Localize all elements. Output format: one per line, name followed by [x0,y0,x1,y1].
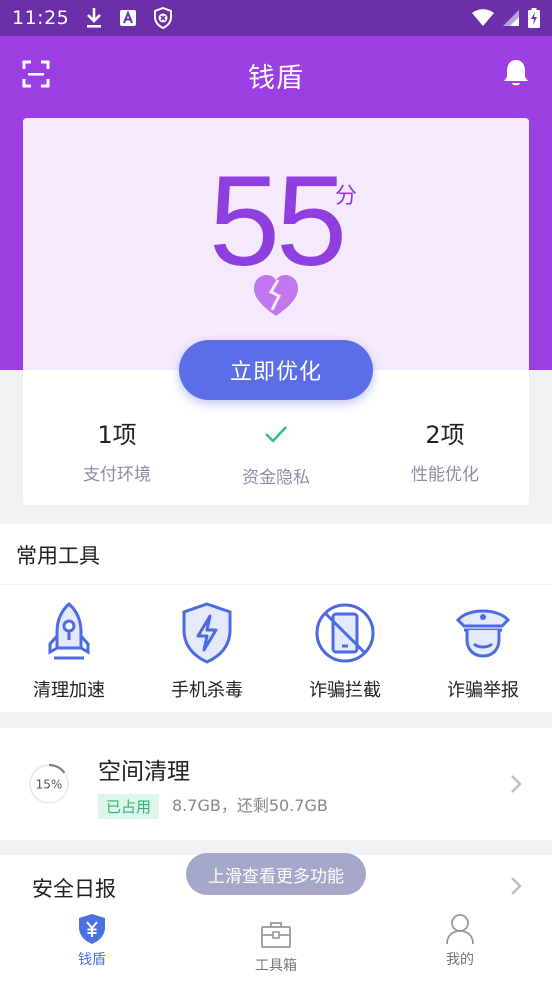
nav-item-mine[interactable]: 我的 [400,913,520,969]
tool-fraud-report[interactable]: 诈骗举报 [423,600,543,702]
shield-bolt-icon [182,602,232,664]
tool-fraud-block[interactable]: 诈骗拦截 [285,600,405,702]
metric-value: 1项 [97,421,137,449]
status-icons-right [472,8,540,28]
a-badge-icon [120,10,137,26]
nav-label: 我的 [446,952,474,968]
metric-fund-privacy[interactable]: 资金隐私 [201,418,351,488]
score-card: 55 分 立即优化 1项 支付环境 资金隐私 2项 性能优化 [23,118,529,505]
storage-usage-ring: 15% [28,763,70,805]
status-bar: 11:25 [0,0,552,36]
police-icon [455,609,511,658]
download-icon [87,8,102,28]
nav-label: 钱盾 [78,952,106,968]
security-score: 55 [208,150,347,293]
signal-icon [503,10,519,26]
storage-percent: 15% [36,778,63,792]
metric-value: 2项 [425,421,465,449]
metric-label: 资金隐私 [242,468,310,488]
swipe-up-hint: 上滑查看更多功能 [186,853,366,895]
nav-item-toolbox[interactable]: 工具箱 [216,913,336,975]
score-unit: 分 [335,184,358,209]
status-time: 11:25 [12,7,70,29]
bell-icon[interactable] [502,58,530,88]
toolbox-icon [261,922,291,948]
chevron-right-icon [511,877,522,895]
phone-block-icon [315,603,375,663]
shield-x-icon [154,7,173,29]
user-icon [446,914,474,945]
tool-label: 诈骗拦截 [309,680,381,701]
occupied-badge: 已占用 [98,794,160,819]
space-clean-title: 空间清理 [98,759,190,785]
metric-payment-env[interactable]: 1项 支付环境 [42,418,192,485]
optimize-now-button[interactable]: 立即优化 [179,340,373,400]
metric-label: 性能优化 [411,465,479,485]
storage-detail: 8.7GB，还剩50.7GB [172,796,328,815]
status-icons-left [85,7,173,29]
nav-label: 工具箱 [255,958,297,974]
battery-charging-icon [528,8,540,28]
metric-value [201,421,351,455]
rocket-icon [48,601,90,660]
tool-antivirus[interactable]: 手机杀毒 [147,600,267,702]
page-title: 钱盾 [248,63,304,94]
section-title: 常用工具 [16,544,100,568]
space-clean-card[interactable]: 15% 空间清理 已占用 8.7GB，还剩50.7GB [0,728,552,840]
tool-label: 手机杀毒 [171,680,243,701]
tool-clean-speedup[interactable]: 清理加速 [9,600,129,702]
wifi-icon [472,9,494,26]
common-tools-section: 常用工具 清理加速 手机杀毒 诈骗拦截 诈骗举报 [0,524,552,712]
bottom-nav: 钱盾 工具箱 我的 [0,903,552,983]
check-icon [265,426,287,443]
score-panel: 55 分 [23,118,529,370]
nav-item-qiandun[interactable]: 钱盾 [32,913,152,969]
divider [0,584,552,585]
metric-performance[interactable]: 2项 性能优化 [370,418,520,485]
chevron-right-icon [511,775,522,793]
shield-yen-icon [79,914,105,944]
tool-label: 清理加速 [33,680,105,701]
broken-heart-icon [254,275,298,316]
tool-label: 诈骗举报 [447,680,519,701]
daily-report-title: 安全日报 [32,877,116,901]
metric-label: 支付环境 [83,465,151,485]
